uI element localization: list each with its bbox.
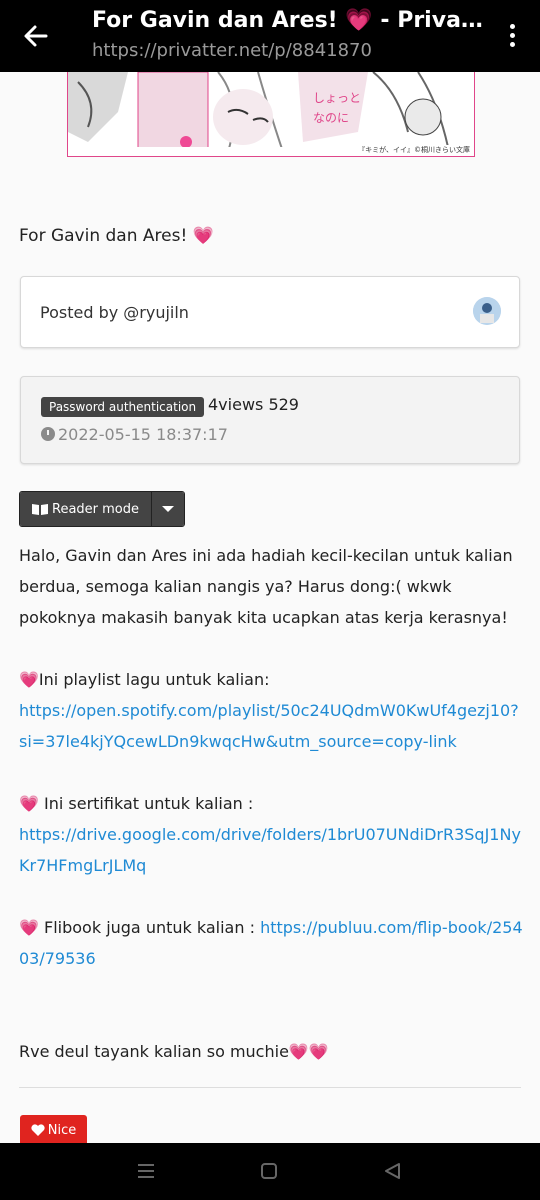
banner-caption: 『キミが、イイ』©桐川きらい文庫: [358, 145, 470, 155]
browser-top-bar: For Gavin dan Ares! 💗 - Privatter https:…: [0, 0, 540, 72]
recent-apps-icon[interactable]: [137, 1163, 155, 1179]
reader-mode-button[interactable]: Reader mode: [20, 492, 153, 526]
nice-button[interactable]: Nice: [20, 1115, 87, 1145]
flipbook-label: 💗 Flibook juga untuk kalian :: [19, 918, 261, 937]
back-arrow-icon[interactable]: [22, 22, 50, 50]
playlist-label: 💗Ini playlist lagu untuk kalian:: [19, 670, 270, 689]
reader-mode-dropdown[interactable]: [152, 492, 185, 526]
post-title: For Gavin dan Ares! 💗: [19, 226, 214, 246]
post-date-text: 2022-05-15 18:37:17: [58, 425, 228, 444]
certificate-link[interactable]: https://drive.google.com/drive/folders/1…: [19, 825, 521, 875]
reader-mode-label: Reader mode: [52, 501, 140, 517]
post-meta-card: Password authentication 4views 529 2022-…: [20, 376, 520, 464]
author-card: Posted by @ryujiln: [20, 276, 520, 348]
password-auth-badge: Password authentication: [41, 397, 205, 417]
system-nav-bar: [0, 1143, 540, 1200]
page-title-bar: For Gavin dan Ares! 💗 - Privatter: [92, 8, 492, 33]
svg-text:しょっと: しょっと: [313, 91, 361, 105]
caret-down-icon: [162, 506, 175, 512]
intro-paragraph: Halo, Gavin dan Ares ini ada hadiah keci…: [19, 546, 513, 627]
divider: [19, 1087, 521, 1088]
certificate-label: 💗 Ini sertifikat untuk kalian :: [19, 794, 254, 813]
playlist-link[interactable]: https://open.spotify.com/playlist/50c24U…: [19, 701, 519, 751]
posted-by-text[interactable]: Posted by @ryujiln: [40, 303, 189, 322]
more-vertical-icon[interactable]: [500, 20, 524, 52]
url-text[interactable]: https://privatter.net/p/8841870: [92, 40, 372, 61]
post-date: 2022-05-15 18:37:17: [41, 425, 228, 444]
post-title-text: For Gavin dan Ares!: [19, 226, 188, 246]
reader-mode-button-group: Reader mode: [19, 491, 186, 527]
heart-icon: [31, 1124, 45, 1136]
post-body: Halo, Gavin dan Ares ini ada hadiah keci…: [19, 540, 524, 1067]
view-count: 4views 529: [208, 395, 299, 414]
book-icon: [32, 504, 48, 515]
back-triangle-icon[interactable]: [384, 1163, 400, 1179]
svg-text:なのに: なのに: [313, 111, 349, 125]
nice-label: Nice: [47, 1122, 77, 1138]
post-banner-image: しょっと なのに 『キミが、イイ』©桐川きらい文庫: [67, 72, 475, 157]
pink-heart-icon: 💗: [192, 226, 214, 246]
home-icon[interactable]: [261, 1163, 277, 1179]
avatar[interactable]: [473, 297, 501, 325]
clock-icon: [41, 427, 55, 441]
flipbook-line: 💗 Flibook juga untuk kalian : https://pu…: [19, 912, 524, 974]
closing-line: Rve deul tayank kalian so muchie💗💗: [19, 1042, 329, 1061]
